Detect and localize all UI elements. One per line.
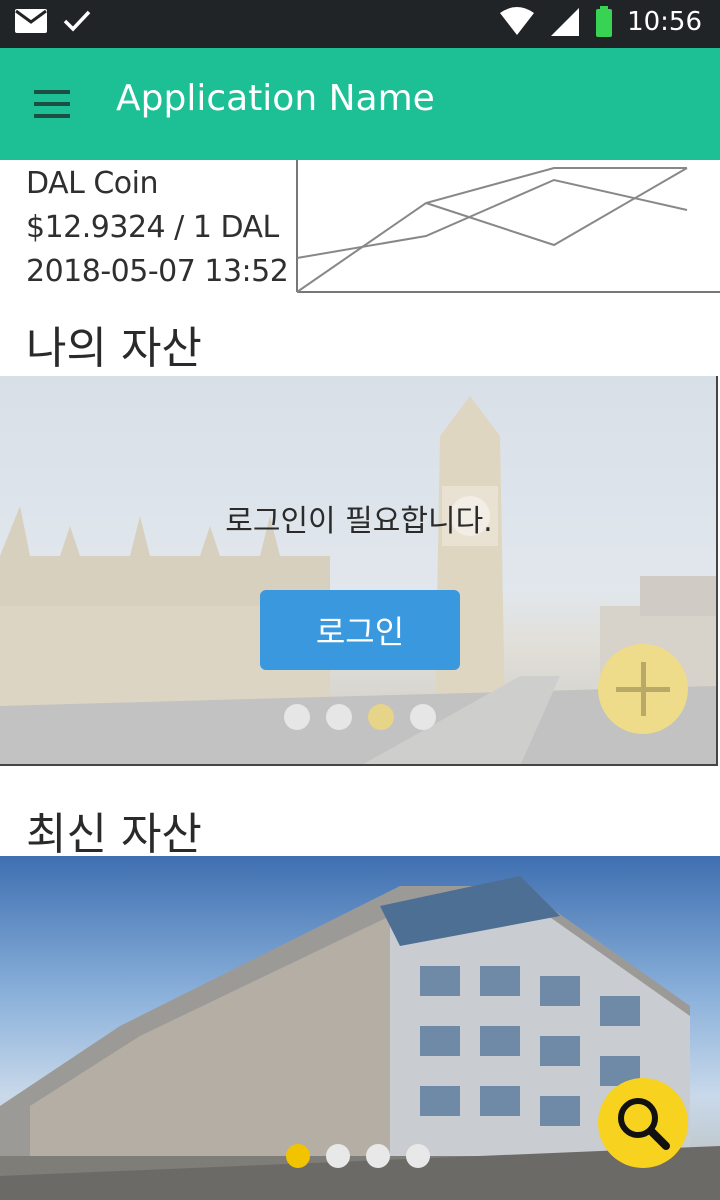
latest-assets-pager [286,1144,430,1168]
pager-dot-active[interactable] [368,704,394,730]
status-left [14,8,92,34]
pager-dot[interactable] [406,1144,430,1168]
mail-icon [15,9,47,33]
search-button[interactable] [598,1078,688,1168]
status-right: 10:56 [499,6,702,38]
add-asset-button[interactable] [598,644,688,734]
coin-datetime: 2018-05-07 13:52 [26,254,289,289]
plus-icon [641,662,646,716]
pager-dot[interactable] [326,1144,350,1168]
battery-icon [596,6,613,37]
login-button[interactable]: 로그인 [260,590,460,670]
chart-series-line [296,167,687,293]
search-icon [618,1098,670,1150]
chart-series-line [296,178,688,259]
coin-price: $12.9324 / 1 DAL [26,210,279,245]
menu-icon-line [34,102,70,106]
coin-price-chart [296,160,720,293]
signal-icon [551,8,580,36]
pager-dot[interactable] [410,704,436,730]
pager-dot[interactable] [284,704,310,730]
status-time: 10:56 [627,7,702,37]
my-assets-title: 나의 자산 [26,323,202,374]
pager-dot[interactable] [326,704,352,730]
login-required-message: 로그인이 필요합니다. [225,504,493,539]
pager-dot[interactable] [366,1144,390,1168]
my-assets-pager [284,704,436,730]
latest-assets-title: 최신 자산 [26,809,202,860]
coin-name: DAL Coin [26,166,159,201]
menu-button[interactable] [20,76,84,132]
wifi-icon [500,7,535,35]
status-bar: 10:56 [0,0,720,48]
check-icon [63,10,91,32]
menu-icon-line [34,90,70,94]
coin-info: DAL Coin $12.9324 / 1 DAL 2018-05-07 13:… [26,162,296,294]
menu-icon-line [34,114,70,118]
pager-dot-active[interactable] [286,1144,310,1168]
app-bar: Application Name [0,48,720,160]
app-title: Application Name [116,78,435,119]
